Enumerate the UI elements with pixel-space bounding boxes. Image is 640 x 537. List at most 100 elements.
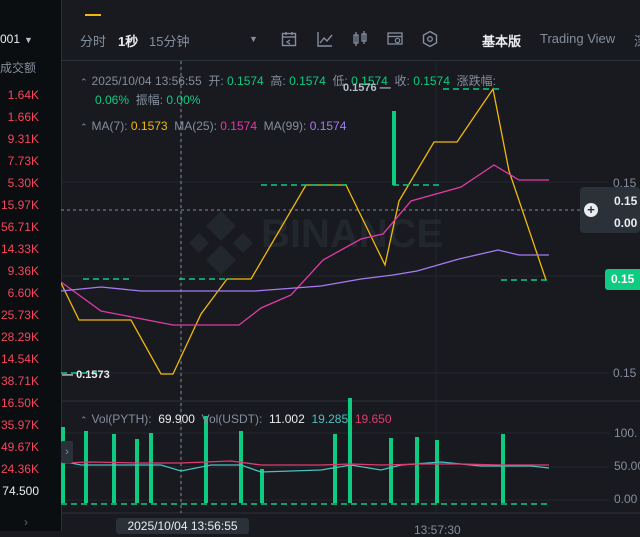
volume-row-8: 9.36K (7, 264, 39, 278)
volume-bar-11 (415, 437, 419, 503)
calendar-icon[interactable] (280, 30, 298, 48)
volume-row-9: 6.60K (7, 286, 39, 300)
ma-legend: ⌃ MA(7): 0.1573 MA(25): 0.1574 MA(99): 0.… (80, 119, 346, 133)
vol-pyth-label: Vol(PYTH): (91, 412, 152, 426)
change-value: 0.06% (95, 93, 130, 107)
crosshair-price-value: 0.15 (614, 194, 638, 208)
interval-15m[interactable]: 15分钟 (149, 31, 189, 50)
high-marker-value: 0.1576 (343, 82, 377, 94)
binance-watermark: BINANCE (189, 211, 443, 275)
volume-bar-7 (260, 469, 264, 503)
volume-row-2: 9.31K (7, 132, 39, 146)
ma7-label: MA(7): (91, 119, 128, 133)
open-label: 开: (208, 74, 224, 88)
chevron-right-icon[interactable]: › (24, 515, 28, 529)
volume-row-11: 28.29K (0, 330, 39, 344)
high-marker-label: 0.1576 — (343, 82, 391, 94)
pair-suffix: 001 (0, 32, 21, 46)
ohlc-legend-line2: 0.06% 振幅: 0.00% (95, 91, 200, 108)
amplitude-value: 0.00% (166, 93, 201, 107)
volume-legend: ⌃ Vol(PYTH): 69.900 Vol(USDT): 11.002 19.… (80, 412, 392, 426)
expand-left-icon[interactable]: › (61, 441, 73, 463)
volume-row-1: 1.66K (7, 110, 39, 124)
change-label: 涨跌幅: (456, 74, 496, 88)
view-depth[interactable]: 深 (634, 31, 640, 50)
interval-1s[interactable]: 1秒 (118, 31, 138, 50)
ohlc-legend: ⌃ 2025/10/04 13:56:55 开: 0.1574 高: 0.1574… (80, 72, 496, 89)
amplitude-label: 振幅: (135, 93, 164, 107)
volume-row-13: 38.71K (0, 374, 39, 388)
volume-row-0: 1.64K (7, 88, 39, 102)
close-label: 收: (394, 74, 410, 88)
volume-bar-4 (149, 433, 153, 503)
vol-tick-50: 50.00 (614, 459, 640, 473)
volume-column-header: 成交额 (0, 61, 37, 75)
volume-bar-1 (84, 431, 88, 503)
volume-row-12: 14.54K (0, 352, 39, 366)
hexagon-settings-icon[interactable] (421, 30, 439, 48)
current-price-tag: 0.15 (605, 269, 640, 290)
view-tradingview[interactable]: Trading View (540, 31, 615, 46)
volume-row-3: 7.73K (7, 154, 39, 168)
order-volume-panel: 001 ▼ 成交额 1.64K 1.66K 9.31K 7.73K 5.30K 15.97K… (0, 0, 62, 531)
time-tick: 13:57:30 (414, 523, 461, 537)
indicator-icon[interactable] (316, 30, 334, 48)
volume-row-7: 14.33K (0, 242, 39, 256)
crosshair-price-sub: 0.00 (614, 216, 638, 230)
candle (392, 111, 396, 185)
volume-bar-3 (135, 439, 139, 503)
ma25-label: MA(25): (174, 119, 217, 133)
volume-bar-2 (112, 434, 116, 503)
vol-tick-100: 100. (614, 426, 638, 440)
chart-toolbar: 分时 1秒 15分钟 ▼ 基本版 Trading View 深 (61, 18, 640, 61)
interval-line[interactable]: 分时 (80, 31, 106, 50)
chart-settings-icon[interactable] (386, 30, 404, 48)
add-order-icon[interactable]: + (584, 203, 598, 217)
price-tick-bottom: 0.15 (613, 366, 637, 380)
volume-bar-5 (204, 416, 208, 503)
vol-pyth-value: 69.900 (158, 412, 195, 426)
collapse-vol-icon[interactable]: ⌃ (80, 415, 88, 425)
volume-bar-12 (435, 440, 439, 503)
volume-row-14: 16.50K (0, 396, 39, 410)
vol-usdt-value: 11.002 (268, 412, 305, 426)
ma99-line (61, 249, 549, 292)
more-intervals-icon[interactable]: ▼ (249, 34, 258, 44)
high-value: 0.1574 (289, 74, 326, 88)
volume-row-16: 49.67K (0, 440, 39, 454)
volume-bar-6 (239, 431, 243, 503)
chevron-down-icon: ▼ (24, 35, 33, 45)
volume-row-18: 74.500 (2, 484, 39, 498)
top-tab-strip (61, 0, 640, 18)
ma25-value: 0.1574 (220, 119, 257, 133)
vol-ma-value-2: 19.650 (354, 412, 392, 426)
high-label: 高: (270, 74, 286, 88)
volume-bar-13 (501, 434, 505, 503)
open-value: 0.1574 (227, 74, 264, 88)
volume-row-17: 24.36K (0, 462, 39, 476)
active-tab-underline (85, 14, 101, 16)
volume-row-5: 15.97K (0, 198, 39, 212)
vol-tick-0: 0.00 (614, 492, 638, 506)
collapse-icon[interactable]: ⌃ (80, 77, 88, 87)
volume-bar-10 (389, 438, 393, 503)
collapse-ma-icon[interactable]: ⌃ (80, 122, 88, 132)
volume-bar-0 (61, 427, 65, 503)
volume-row-4: 5.30K (7, 176, 39, 190)
volume-row-15: 35.97K (0, 418, 39, 432)
pair-selector[interactable]: 001 ▼ (0, 32, 33, 46)
vol-usdt-label: Vol(USDT): (201, 412, 263, 426)
candlestick-icon[interactable] (351, 30, 369, 48)
ma99-value: 0.1574 (309, 119, 347, 133)
crosshair-price-box[interactable]: + 0.15 0.00 (580, 187, 640, 233)
vol-ma-value-1: 19.285 (311, 412, 349, 426)
close-value: 0.1574 (413, 74, 450, 88)
volume-row-6: 56.71K (0, 220, 39, 234)
low-marker-label: — 0.1573 (62, 369, 110, 381)
kline-chart[interactable]: BINANCE ⌃ 2025/10/04 13:56:55 开: 0.1574 高… (61, 61, 640, 531)
volume-row-10: 25.73K (0, 308, 39, 322)
legend-datetime: 2025/10/04 13:56:55 (91, 74, 202, 88)
low-marker-value: 0.1573 (76, 369, 110, 381)
view-basic[interactable]: 基本版 (482, 31, 521, 50)
ma99-label: MA(99): (263, 119, 307, 133)
